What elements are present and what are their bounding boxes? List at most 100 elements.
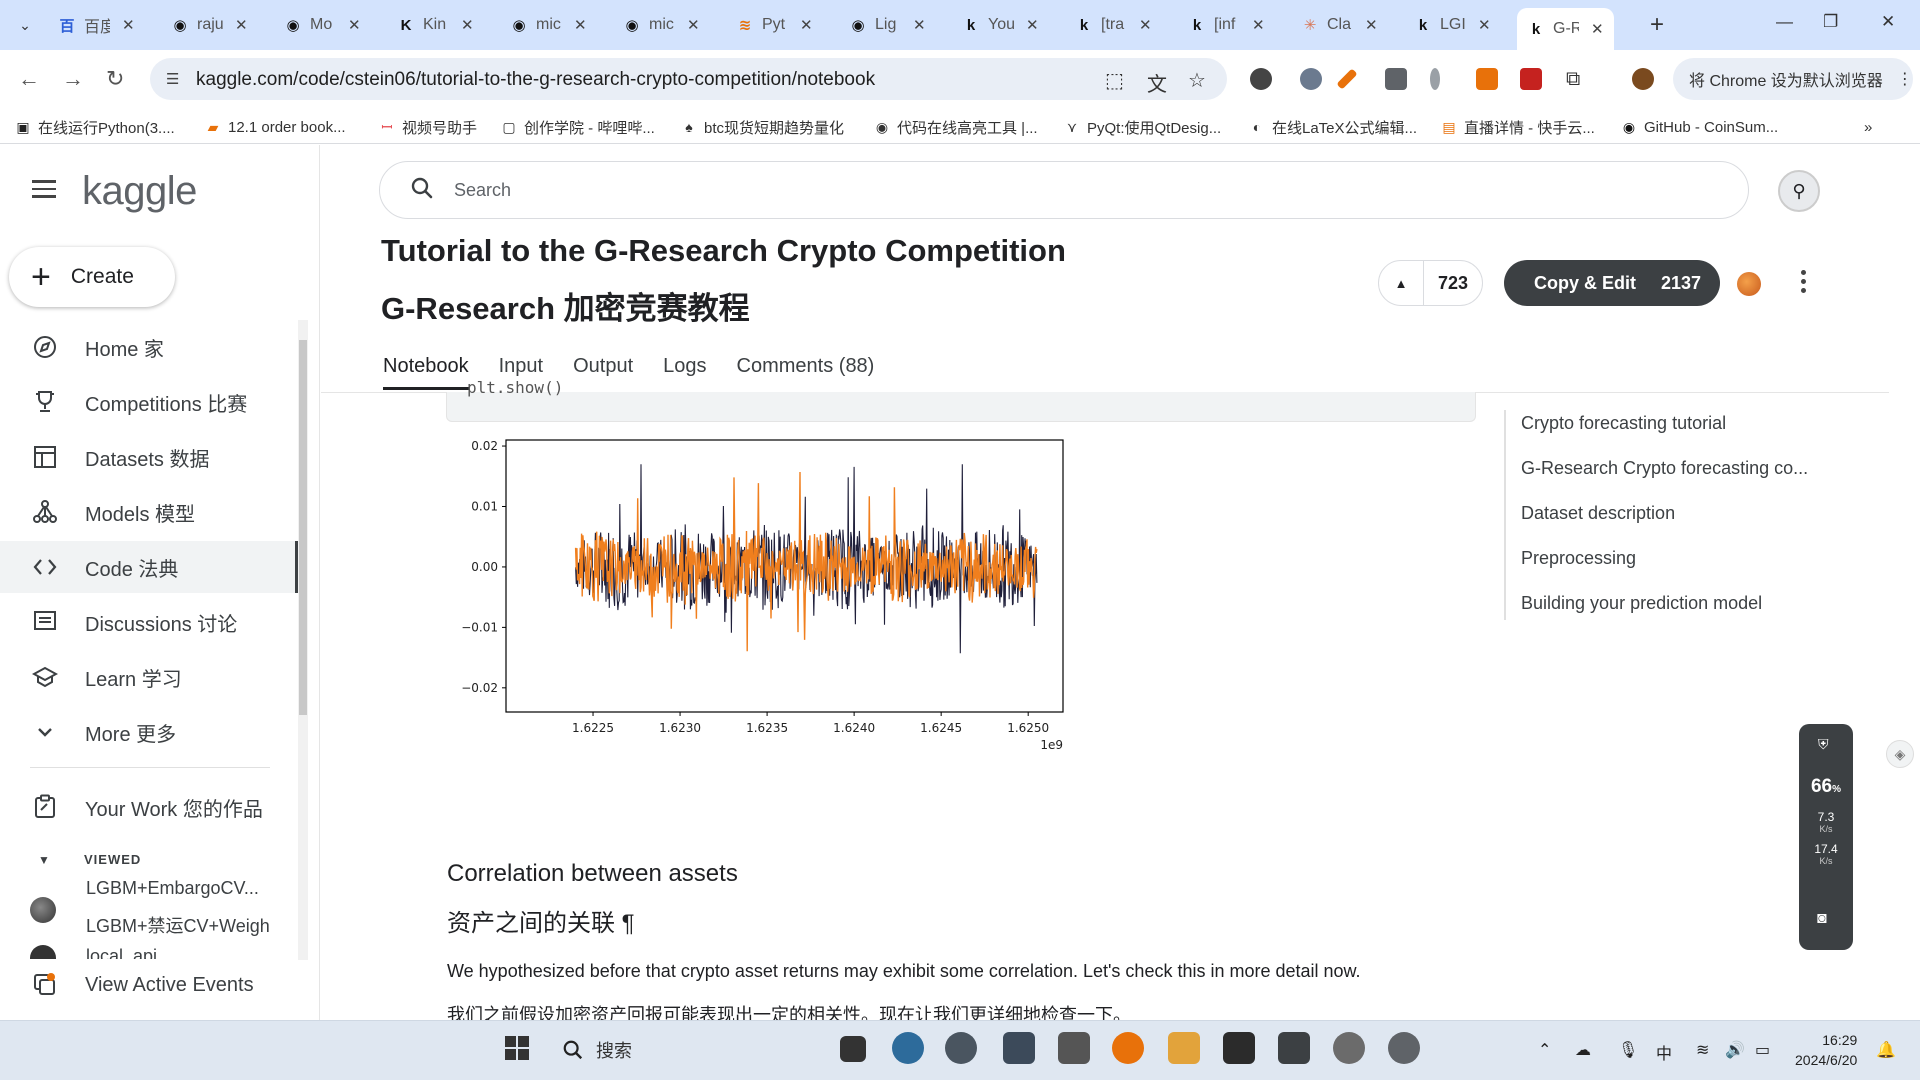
browser-tab[interactable]: K Kin ✕: [387, 8, 484, 42]
app-icon[interactable]: [1058, 1032, 1090, 1064]
reload-icon[interactable]: ↻: [106, 66, 124, 92]
toc-item[interactable]: Preprocessing: [1521, 548, 1636, 569]
task-view-icon[interactable]: [840, 1036, 866, 1062]
ime-indicator[interactable]: 中: [1656, 1040, 1672, 1064]
bookmark-item[interactable]: ◉ GitHub - CoinSum...: [1620, 116, 1778, 138]
extension-icon[interactable]: [1476, 68, 1498, 90]
more-menu-icon[interactable]: ⋮: [1897, 69, 1913, 89]
extension-icon[interactable]: [1385, 68, 1407, 90]
close-tab-icon[interactable]: ✕: [574, 16, 587, 34]
copy-and-edit-button[interactable]: Copy & Edit 2137: [1504, 260, 1720, 306]
close-tab-icon[interactable]: ✕: [1026, 16, 1039, 34]
close-tab-icon[interactable]: ✕: [122, 16, 135, 34]
browser-tab[interactable]: ≋ Pyt ✕: [726, 8, 823, 42]
tray-overflow-icon[interactable]: ⌃: [1538, 1040, 1551, 1060]
kaggle-logo[interactable]: kaggle: [82, 169, 197, 214]
windows-start-icon[interactable]: [501, 1032, 533, 1064]
search-input[interactable]: Search: [379, 161, 1749, 219]
sidebar-item-learn[interactable]: Learn 学习: [0, 651, 300, 703]
browser-tab[interactable]: k G-R ✕: [1517, 8, 1614, 50]
file-explorer-icon[interactable]: [1168, 1032, 1200, 1064]
translate-icon[interactable]: 文: [1147, 68, 1167, 97]
photos-icon[interactable]: [1003, 1032, 1035, 1064]
new-tab-button[interactable]: +: [1650, 11, 1664, 39]
toc-item[interactable]: Building your prediction model: [1521, 593, 1762, 614]
extensions-puzzle-icon[interactable]: ⧉: [1566, 68, 1580, 91]
sidebar-scroll-thumb[interactable]: [299, 340, 307, 715]
browser-tab[interactable]: k [inf ✕: [1178, 8, 1275, 42]
bookmark-item[interactable]: ♠ btc现货短期趋势量化: [680, 116, 844, 138]
tab-comments[interactable]: Comments (88): [737, 355, 875, 388]
cloud-icon[interactable]: ☁: [1575, 1040, 1591, 1060]
user-avatar[interactable]: ⚲: [1778, 170, 1820, 212]
network-speed-widget[interactable]: ⛨ 66% 7.3 K/s 17.4 K/s ◙: [1799, 724, 1853, 950]
minimize-icon[interactable]: —: [1776, 12, 1793, 32]
address-bar[interactable]: ☰ kaggle.com/code/cstein06/tutorial-to-t…: [150, 58, 1227, 100]
clock[interactable]: 16:29 2024/6/20: [1795, 1030, 1857, 1070]
close-tab-icon[interactable]: ✕: [235, 16, 248, 34]
bookmark-item[interactable]: ▰ 12.1 order book...: [204, 116, 346, 138]
bookmark-item[interactable]: ꟷ 视频号助手: [378, 116, 477, 138]
extension-icon[interactable]: [1520, 68, 1542, 90]
browser-tab[interactable]: ✳ Cla ✕: [1291, 8, 1388, 42]
browser-tab[interactable]: k LGI ✕: [1404, 8, 1501, 42]
bookmark-item[interactable]: ⋎ PyQt:使用QtDesig...: [1063, 116, 1221, 138]
close-tab-icon[interactable]: ✕: [913, 16, 926, 34]
chrome-icon[interactable]: [1112, 1032, 1144, 1064]
volume-icon[interactable]: 🔊: [1725, 1040, 1745, 1060]
author-avatar[interactable]: [1737, 272, 1761, 296]
browser-tab[interactable]: ◉ Lig ✕: [839, 8, 936, 42]
close-tab-icon[interactable]: ✕: [461, 16, 474, 34]
tab-notebook[interactable]: Notebook: [383, 355, 469, 390]
microphone-icon[interactable]: 🎙: [1618, 1040, 1638, 1060]
tab-output[interactable]: Output: [573, 355, 633, 388]
url-text[interactable]: kaggle.com/code/cstein06/tutorial-to-the…: [196, 69, 875, 91]
profile-avatar[interactable]: [1632, 68, 1654, 90]
taskbar-search[interactable]: 搜索: [548, 1032, 818, 1068]
back-icon[interactable]: ←: [18, 66, 40, 92]
browser-tab[interactable]: 百百度 ✕: [48, 8, 145, 42]
viewed-collapse-icon[interactable]: ▼: [38, 853, 50, 867]
app-icon[interactable]: [1388, 1032, 1420, 1064]
battery-icon[interactable]: ▭: [1755, 1040, 1770, 1060]
extension-icon[interactable]: [1430, 68, 1440, 90]
viewed-item[interactable]: LGBM+禁运CV+Weigh: [86, 912, 270, 938]
browser-tab[interactable]: k [tra ✕: [1065, 8, 1162, 42]
browser-tab[interactable]: ◉ mic ✕: [613, 8, 710, 42]
create-button[interactable]: + Create: [9, 247, 175, 307]
toc-item[interactable]: Crypto forecasting tutorial: [1521, 413, 1726, 434]
bookmark-star-icon[interactable]: ☆: [1188, 68, 1206, 93]
viewed-item[interactable]: LGBM+EmbargoCV...: [86, 878, 259, 899]
app-icon[interactable]: [1278, 1032, 1310, 1064]
close-tab-icon[interactable]: ✕: [687, 16, 700, 34]
install-app-icon[interactable]: ⬚: [1105, 68, 1124, 93]
sidebar-item-view-active-events[interactable]: View Active Events: [0, 959, 300, 1011]
bookmark-item[interactable]: ▤ 直播详情 - 快手云...: [1440, 116, 1594, 138]
bookmark-item[interactable]: ◐ 在线LaTeX公式编辑...: [1248, 116, 1417, 138]
close-window-icon[interactable]: ✕: [1881, 12, 1895, 32]
extension-icon[interactable]: [1250, 68, 1272, 90]
close-tab-icon[interactable]: ✕: [1139, 16, 1152, 34]
toc-item[interactable]: Dataset description: [1521, 503, 1675, 524]
terminal-icon[interactable]: [1223, 1032, 1255, 1064]
side-panel-icon[interactable]: ◈: [1886, 740, 1914, 768]
wifi-icon[interactable]: ≋: [1696, 1040, 1709, 1060]
close-tab-icon[interactable]: ✕: [800, 16, 813, 34]
forward-icon[interactable]: →: [62, 66, 84, 92]
site-info-icon[interactable]: ☰: [166, 70, 184, 88]
set-default-browser-button[interactable]: 将 Chrome 设为默认浏览器 ⋮: [1673, 58, 1913, 100]
restore-icon[interactable]: ❐: [1823, 12, 1838, 32]
edge-icon[interactable]: [892, 1032, 924, 1064]
hamburger-menu-icon[interactable]: [32, 180, 56, 198]
close-tab-icon[interactable]: ✕: [1478, 16, 1491, 34]
toc-item[interactable]: G-Research Crypto forecasting co...: [1521, 458, 1808, 479]
screenshot-icon[interactable]: ◙: [1817, 910, 1827, 928]
app-icon[interactable]: [945, 1032, 977, 1064]
more-options-icon[interactable]: [1801, 270, 1807, 297]
sidebar-item-chevron-down[interactable]: More 更多: [0, 706, 300, 758]
sidebar-item-trophy[interactable]: Competitions 比赛: [0, 376, 300, 428]
notification-bell-icon[interactable]: 🔔: [1876, 1040, 1896, 1060]
tab-logs[interactable]: Logs: [663, 355, 706, 388]
bookmark-item[interactable]: ▣ 在线运行Python(3....: [14, 116, 174, 138]
sidebar-item-your-work[interactable]: Your Work 您的作品: [0, 781, 300, 833]
